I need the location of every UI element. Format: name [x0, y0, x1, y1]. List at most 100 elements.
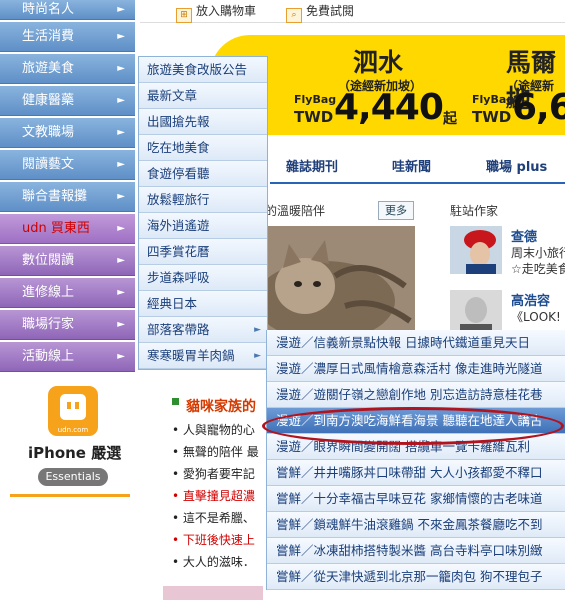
submenu-item-mutton-hotpot[interactable]: 寒寒暖胃羊肉鍋 ► — [139, 343, 267, 369]
toolbar: ⊞ 放入購物車 ⌕ 免費試閱 — [140, 0, 565, 23]
menu-item-fashion[interactable]: 時尚名人 ► — [0, 0, 135, 20]
article-link-text: 大人的滋味． — [182, 555, 255, 569]
submenu-item[interactable]: 海外逍遙遊 — [139, 213, 267, 239]
writer-desc: ☆走吃美食 — [511, 262, 565, 276]
article-link[interactable]: • 無聲的陪伴 最 — [172, 443, 259, 460]
article-link[interactable]: • 大人的滋味． — [172, 553, 255, 570]
writer-desc: 《LOOK! — [511, 310, 561, 324]
arrow-right-icon: ► — [117, 191, 125, 202]
submenu-article[interactable]: 嘗鮮／冰凍甜柿搭特製米醬 高台寺料亭口味別緻 — [267, 538, 565, 564]
article-link-text: 人與寵物的心 — [182, 423, 255, 437]
menu-label: 活動線上 — [22, 349, 75, 364]
arrow-right-icon: ► — [117, 255, 125, 266]
submenu-item[interactable]: 出國搶先報 — [139, 109, 267, 135]
menu-label: 數位閱讀 — [22, 253, 75, 268]
menu-label: 文教職場 — [22, 125, 75, 140]
submenu-article[interactable]: 漫遊／信義新景點快報 日據時代鐵道重見天日 — [267, 330, 565, 356]
ad-currency: TWD — [294, 108, 334, 126]
ad-flybag: FlyBag — [472, 93, 515, 106]
ad-flybag: FlyBag — [294, 93, 337, 106]
writer-name[interactable]: 高浩容 — [511, 290, 550, 309]
submenu-item-blogger-guide[interactable]: 部落客帶路 ► — [139, 317, 267, 343]
menu-item-newsstand[interactable]: 聯合書報攤 ► — [0, 182, 135, 212]
submenu-item[interactable]: 食遊停看聽 — [139, 161, 267, 187]
article-link[interactable]: • 這不是希臘、 — [172, 509, 255, 526]
arrow-right-icon: ► — [117, 223, 125, 234]
article-link[interactable]: • 直擊撞見超濃 — [172, 487, 255, 504]
submenu-article[interactable]: 嘗鮮／鎖魂鮮牛油滾雞鍋 不來金鳳茶餐廳吃不到 — [267, 512, 565, 538]
cart-label: 放入購物車 — [196, 4, 257, 18]
submenu-item[interactable]: 步道森呼吸 — [139, 265, 267, 291]
writer-photo[interactable] — [450, 226, 502, 274]
menu-item-travel-food[interactable]: 旅遊美食 ► — [0, 54, 135, 84]
article-link-text: 這不是希臘、 — [182, 511, 255, 525]
tab-magazines[interactable]: 雜誌期刊 — [286, 156, 338, 175]
free-trial-button[interactable]: ⌕ 免費試閱 — [286, 2, 354, 23]
arrow-right-icon: ► — [117, 159, 125, 170]
cart-icon: ⊞ — [176, 8, 192, 23]
feature-title[interactable]: 貓咪家族的 — [186, 396, 256, 416]
trial-label: 免費試閱 — [306, 4, 355, 18]
plug-icon — [60, 394, 86, 420]
ad-currency: TWD — [472, 108, 512, 126]
travel-food-submenu: 旅遊美食改版公告 最新文章 出國搶先報 吃在地美食 食遊停看聽 放鬆輕旅行 海外… — [138, 56, 268, 370]
submenu-article[interactable]: 嘗鮮／井井嘴豚丼口味帶甜 大人小孩都愛不釋口 — [267, 460, 565, 486]
menu-item-online-learning[interactable]: 進修線上 ► — [0, 278, 135, 308]
menu-label: 職場行家 — [22, 317, 75, 332]
writers-heading: 駐站作家 — [450, 204, 499, 218]
submenu-item[interactable]: 吃在地美食 — [139, 135, 267, 161]
submenu-article[interactable]: 漫遊／濃厚日式風情檜意森活村 像走進時光隧道 — [267, 356, 565, 382]
writer-desc: 周末小旅行 — [511, 246, 565, 260]
essentials-badge[interactable]: Essentials — [38, 468, 108, 486]
menu-item-reading[interactable]: 閱讀藝文 ► — [0, 150, 135, 180]
menu-label: 聯合書報攤 — [22, 189, 88, 204]
menu-label: 時尚名人 — [22, 2, 75, 17]
tab-career-plus[interactable]: 職場 plus — [486, 156, 547, 175]
menu-label: 健康醫藥 — [22, 93, 75, 108]
cat-photo[interactable] — [265, 226, 415, 336]
udn-app-logo[interactable]: udn.com — [48, 386, 98, 436]
arrow-right-icon: ► — [254, 351, 261, 361]
article-link[interactable]: • 人與寵物的心 — [172, 421, 255, 438]
submenu-article[interactable]: 嘗鮮／十分幸福古早味豆花 家鄉情懷的古老味道 — [267, 486, 565, 512]
menu-item-udn-shop[interactable]: udn 買東西 ► — [0, 214, 135, 244]
arrow-right-icon: ► — [117, 95, 125, 106]
submenu-item[interactable]: 經典日本 — [139, 291, 267, 317]
cyclist-image — [450, 226, 502, 274]
menu-item-education[interactable]: 文教職場 ► — [0, 118, 135, 148]
logo-text: udn.com — [57, 426, 89, 434]
section-nav: 雜誌期刊 哇新聞 職場 plus — [270, 152, 565, 184]
thumbnail-image[interactable] — [163, 586, 263, 600]
menu-item-digital-reading[interactable]: 數位閱讀 ► — [0, 246, 135, 276]
ad-city: 泗水 — [353, 48, 404, 77]
add-to-cart-button[interactable]: ⊞ 放入購物車 — [176, 2, 256, 23]
article-link-text: 直擊撞見超濃 — [182, 489, 255, 503]
menu-item-career-experts[interactable]: 職場行家 ► — [0, 310, 135, 340]
ad-price: 6,6 — [512, 87, 565, 128]
article-link[interactable]: • 愛狗者要牢記 — [172, 465, 255, 482]
menu-item-health[interactable]: 健康醫藥 ► — [0, 86, 135, 116]
ad-price: 4,440 — [334, 87, 444, 128]
menu-item-lifestyle[interactable]: 生活消費 ► — [0, 22, 135, 52]
cat-image — [265, 226, 415, 336]
blogger-articles-submenu: 漫遊／信義新景點快報 日據時代鐵道重見天日 漫遊／濃厚日式風情檜意森活村 像走進… — [266, 330, 565, 590]
submenu-label: 部落客帶路 — [147, 322, 210, 337]
iphone-promo-title[interactable]: iPhone 嚴選 — [28, 442, 121, 463]
submenu-item[interactable]: 放鬆輕旅行 — [139, 187, 267, 213]
submenu-article[interactable]: 漫遊／遊關仔嶺之戀創作地 別忘造訪詩意桂花巷 — [267, 382, 565, 408]
writer-name[interactable]: 查德 — [511, 226, 537, 245]
submenu-article[interactable]: 嘗鮮／從天津快遞到北京那一籠肉包 狗不理包子 — [267, 564, 565, 590]
menu-item-events[interactable]: 活動線上 ► — [0, 342, 135, 372]
submenu-item[interactable]: 最新文章 — [139, 83, 267, 109]
more-button[interactable]: 更多 — [378, 201, 414, 220]
ad-price-suffix: 起 — [443, 111, 457, 127]
menu-label: 生活消費 — [22, 29, 75, 44]
category-menu: 時尚名人 ► 生活消費 ► 旅遊美食 ► 健康醫藥 ► 文教職場 ► 閱讀藝文 ► 聯合書報… — [0, 0, 135, 374]
submenu-item[interactable]: 四季賞花曆 — [139, 239, 267, 265]
tab-wow-news[interactable]: 哇新聞 — [392, 156, 431, 175]
article-link[interactable]: • 下班後快速上 — [172, 531, 255, 548]
article-heading[interactable]: 的溫暖陪伴 — [265, 202, 325, 219]
arrow-right-icon: ► — [117, 319, 125, 330]
submenu-item[interactable]: 旅遊美食改版公告 — [139, 57, 267, 83]
submenu-label: 寒寒暖胃羊肉鍋 — [147, 348, 235, 363]
